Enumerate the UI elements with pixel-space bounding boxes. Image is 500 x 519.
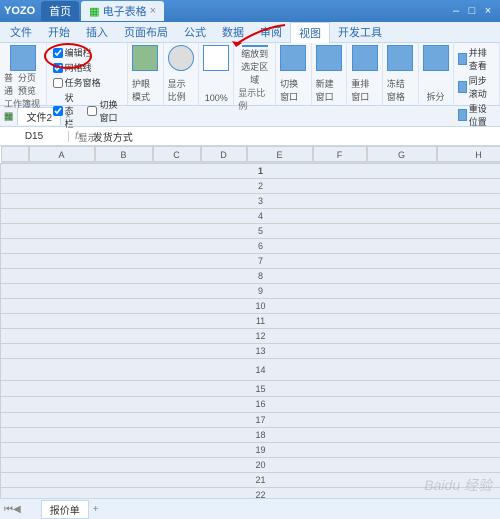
menu-file[interactable]: 文件 [2,22,40,42]
new-win-icon[interactable] [316,45,342,71]
nav-first-icon[interactable]: ⏮ [4,504,13,515]
chk-formula-bar[interactable]: 编辑栏 [53,46,92,59]
page-view-button[interactable]: 分页预览 [18,71,42,97]
menu-data[interactable]: 数据 [214,22,252,42]
protect-button[interactable]: 护眼模式 [132,77,159,103]
arrange-button[interactable]: 重排窗口 [351,77,378,103]
hundred-button[interactable]: 100% [205,93,228,103]
col-C[interactable]: C [153,146,201,162]
add-sheet-icon[interactable]: + [93,504,99,515]
menu-insert[interactable]: 插入 [78,22,116,42]
zoom-button[interactable]: 显示比例 [168,77,195,103]
reset-pos[interactable]: 重设位置 [458,102,496,128]
name-box[interactable]: D15 [0,131,69,142]
tab-home[interactable]: 首页 [41,1,79,21]
menu-formula[interactable]: 公式 [176,22,214,42]
menubar: 文件 开始 插入 页面布局 公式 数据 审阅 视图 开发工具 [0,22,500,43]
formula-input[interactable]: 发货方式 [89,129,500,144]
chk-switch[interactable]: 切换窗口 [87,91,123,130]
switch-win-icon[interactable] [280,45,306,71]
tab-document[interactable]: ▦ 电子表格 × [81,1,164,21]
col-B[interactable]: B [95,146,153,162]
menu-layout[interactable]: 页面布局 [116,22,176,42]
col-H[interactable]: H [437,146,500,162]
menu-review[interactable]: 审阅 [252,22,290,42]
minimize-button[interactable]: – [448,5,464,17]
col-A[interactable]: A [29,146,95,162]
col-G[interactable]: G [367,146,437,162]
col-D[interactable]: D [201,146,247,162]
close-button[interactable]: × [480,5,496,17]
close-tab-icon[interactable]: × [150,5,156,17]
menu-dev[interactable]: 开发工具 [330,22,390,42]
titlebar: YOZO 首页 ▦ 电子表格 × – □ × [0,0,500,22]
sheet-tab[interactable]: 报价单 [41,500,89,519]
split-button[interactable]: 拆分 [426,90,444,103]
group-zoom: 显示比例 [238,86,271,112]
menu-start[interactable]: 开始 [40,22,78,42]
maximize-button[interactable]: □ [464,5,480,17]
arrange-icon[interactable] [352,45,378,71]
nav-prev-icon[interactable]: ◀ [13,504,21,515]
col-F[interactable]: F [313,146,367,162]
doc-title: 电子表格 [103,3,147,19]
side-by-side[interactable]: 并排查看 [458,46,496,72]
group-workbook-view: 工作簿视图 [4,97,42,123]
normal-view-button[interactable]: 普通 [4,71,16,97]
freeze-pane-icon[interactable] [387,45,413,71]
group-show: 显示 [79,131,97,144]
zoom-icon[interactable] [168,45,194,71]
excel-icon: ▦ [89,5,99,18]
ribbon: 普通 分页预览 工作簿视图 编辑栏 网格线 任务窗格 状态栏 切换窗口 显示 护… [0,43,500,106]
spreadsheet-grid[interactable]: A B C D E F G H 1某某公司报价单 2贵公司地址报价日期 3部编报… [0,146,500,519]
freeze-button[interactable]: 缩放到选定区域 [238,47,271,86]
new-win-button[interactable]: 新建窗口 [316,77,343,103]
freeze-pane-button[interactable]: 冻结窗格 [387,77,414,103]
col-E[interactable]: E [247,146,313,162]
hundred-icon[interactable] [203,45,229,71]
chk-status-bar[interactable]: 状态栏 [53,91,82,130]
switch-win-button[interactable]: 切换窗口 [280,77,307,103]
chk-gridlines[interactable]: 网格线 [53,61,92,74]
normal-view-icon[interactable] [10,45,36,71]
sync-scroll[interactable]: 同步滚动 [458,74,496,100]
protect-icon[interactable] [132,45,158,71]
app-logo: YOZO [4,5,35,17]
menu-view[interactable]: 视图 [290,22,330,43]
status-bar: ⏮ ◀ 报价单 + [0,498,500,519]
split-icon[interactable] [423,45,449,71]
chk-taskpane[interactable]: 任务窗格 [53,76,101,89]
